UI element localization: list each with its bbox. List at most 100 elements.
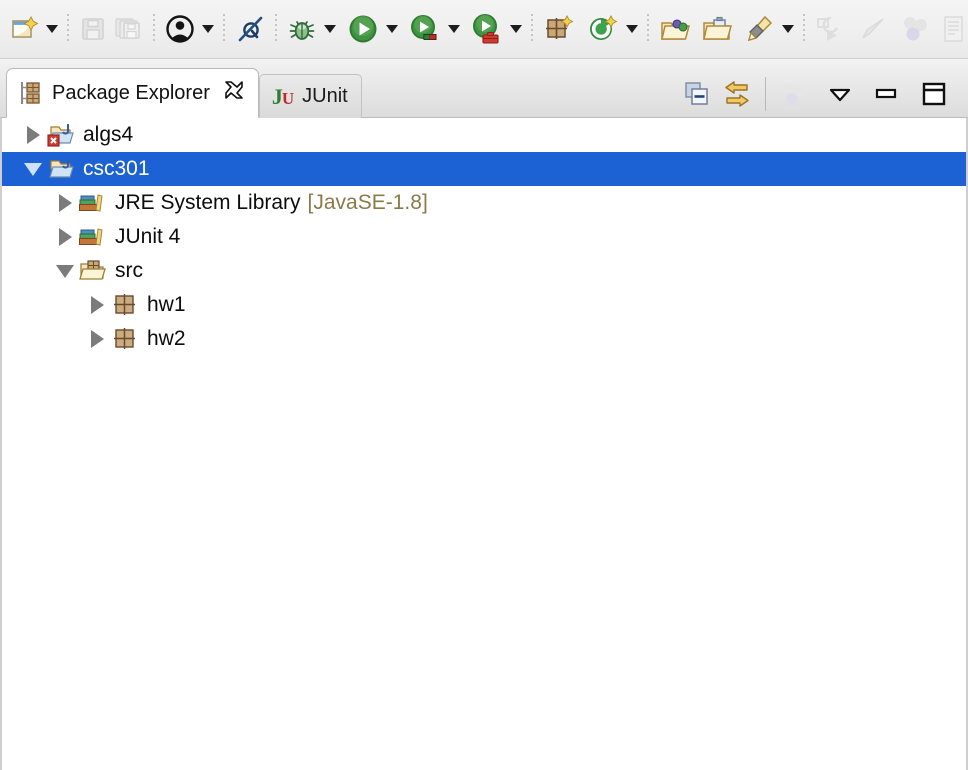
- package-explorer-icon: [21, 82, 40, 104]
- search-dropdown-caret[interactable]: [782, 25, 794, 33]
- new-java-package-button[interactable]: [540, 9, 578, 49]
- pencil-search-icon: [747, 15, 773, 42]
- chevron-down-icon: [56, 264, 74, 278]
- new-wizard-button[interactable]: [6, 9, 42, 49]
- new-class-dropdown-caret[interactable]: [626, 25, 638, 33]
- open-task-button[interactable]: [698, 9, 736, 49]
- spheres-icon: [904, 17, 927, 41]
- minimize-button[interactable]: [866, 74, 906, 114]
- crossed-breakpoint-icon: [238, 16, 263, 42]
- expander-toggle[interactable]: [20, 162, 46, 176]
- toolbar-separator: [275, 14, 277, 44]
- expander-toggle[interactable]: [20, 126, 46, 144]
- debug-dropdown-caret[interactable]: [324, 25, 336, 33]
- last-edit-location-icon: [817, 16, 839, 41]
- tree-item-label: src: [115, 259, 143, 282]
- play-coverage-icon: [411, 15, 437, 40]
- java-project-error-icon: [46, 122, 76, 148]
- expander-toggle[interactable]: [52, 228, 78, 246]
- toolbar-group-open: [656, 0, 812, 58]
- open-perspective-button[interactable]: [896, 9, 934, 49]
- run-dropdown-caret[interactable]: [386, 25, 398, 33]
- tree-item-csc301[interactable]: csc301: [2, 152, 966, 186]
- chevron-down-icon: [24, 162, 42, 176]
- focus-on-active-task-button[interactable]: [774, 74, 814, 114]
- chevron-right-icon: [26, 126, 40, 144]
- back-button[interactable]: [854, 9, 892, 49]
- search-button[interactable]: [740, 9, 778, 49]
- tree-item-hw2[interactable]: hw2: [2, 322, 966, 356]
- new-window-sparkle-icon: [12, 16, 39, 38]
- toolbar-separator: [153, 14, 155, 44]
- package-sparkle-icon: [546, 15, 574, 39]
- tree-item-label: hw1: [147, 293, 186, 316]
- project-tree[interactable]: algs4 csc301 JRE System Library [JavaSE-…: [0, 118, 968, 770]
- green-play-icon: [349, 15, 377, 43]
- tab-package-explorer[interactable]: Package Explorer: [6, 68, 259, 118]
- play-toolbox-icon: [473, 14, 499, 44]
- floppy-disk-stack-icon: [115, 18, 140, 39]
- tree-item-label: csc301: [83, 157, 150, 180]
- user-profile-button[interactable]: [162, 9, 198, 49]
- toolbar-group-user: [162, 0, 232, 58]
- expander-toggle[interactable]: [84, 330, 110, 348]
- library-icon: [78, 224, 108, 250]
- maximize-button[interactable]: [914, 74, 954, 114]
- link-with-editor-button[interactable]: [717, 74, 757, 114]
- show-view-button[interactable]: [938, 9, 968, 49]
- toolbar-separator: [67, 14, 69, 44]
- user-profile-dropdown-caret[interactable]: [202, 25, 214, 33]
- view-tab-bar: Package Explorer JU JUnit: [0, 58, 968, 118]
- open-type-button[interactable]: [656, 9, 694, 49]
- close-icon[interactable]: [223, 79, 245, 107]
- package-explorer-view: Package Explorer JU JUnit algs4 csc301 J…: [0, 58, 968, 770]
- person-circle-icon: [166, 15, 194, 43]
- profile-dropdown-caret[interactable]: [510, 25, 522, 33]
- tree-item-label: JRE System Library: [115, 191, 301, 214]
- view-toolbar-separator: [765, 77, 766, 111]
- save-all-button[interactable]: [110, 9, 146, 49]
- junit-icon: JU: [271, 83, 294, 109]
- coverage-dropdown-caret[interactable]: [448, 25, 460, 33]
- tree-item-algs4[interactable]: algs4: [2, 118, 966, 152]
- toolbar-separator: [647, 14, 649, 44]
- view-menu-triangle-icon: [829, 88, 851, 102]
- new-class-button[interactable]: [584, 9, 622, 49]
- view-toolbar: [677, 70, 968, 118]
- new-wizard-dropdown-caret[interactable]: [46, 25, 58, 33]
- main-toolbar: [0, 0, 968, 58]
- maximize-icon: [922, 82, 946, 106]
- debug-button[interactable]: [284, 9, 320, 49]
- tree-item-hw1[interactable]: hw1: [2, 288, 966, 322]
- back-arrow-icon: [862, 18, 884, 39]
- tab-junit[interactable]: JU JUnit: [258, 74, 362, 118]
- tab-label: JUnit: [302, 85, 348, 107]
- folder-task-icon: [703, 16, 732, 40]
- expander-toggle[interactable]: [84, 296, 110, 314]
- chevron-right-icon: [58, 228, 72, 246]
- source-folder-icon: [78, 258, 108, 284]
- tree-item-src[interactable]: src: [2, 254, 966, 288]
- toolbar-group-save: [76, 0, 162, 58]
- spheres-icon: [783, 83, 805, 105]
- expander-toggle[interactable]: [52, 194, 78, 212]
- run-button[interactable]: [344, 9, 382, 49]
- toolbar-separator: [223, 14, 225, 44]
- expander-toggle[interactable]: [52, 264, 78, 278]
- toolbar-group-navigation: [812, 0, 968, 58]
- save-button[interactable]: [76, 9, 110, 49]
- library-icon: [78, 190, 108, 216]
- last-edit-location-button[interactable]: [812, 9, 850, 49]
- view-menu-button[interactable]: [820, 74, 860, 114]
- profile-button[interactable]: [468, 9, 506, 49]
- toolbar-group-file: [6, 0, 76, 58]
- bug-icon: [289, 21, 315, 40]
- toolbar-separator: [531, 14, 533, 44]
- chevron-right-icon: [58, 194, 72, 212]
- toolbar-group-java: [540, 0, 656, 58]
- tree-item-jre-system-library[interactable]: JRE System Library [JavaSE-1.8]: [2, 186, 966, 220]
- collapse-all-button[interactable]: [677, 74, 717, 114]
- coverage-button[interactable]: [406, 9, 444, 49]
- tree-item-junit-4[interactable]: JUnit 4: [2, 220, 966, 254]
- skip-all-breakpoints-button[interactable]: [232, 9, 268, 49]
